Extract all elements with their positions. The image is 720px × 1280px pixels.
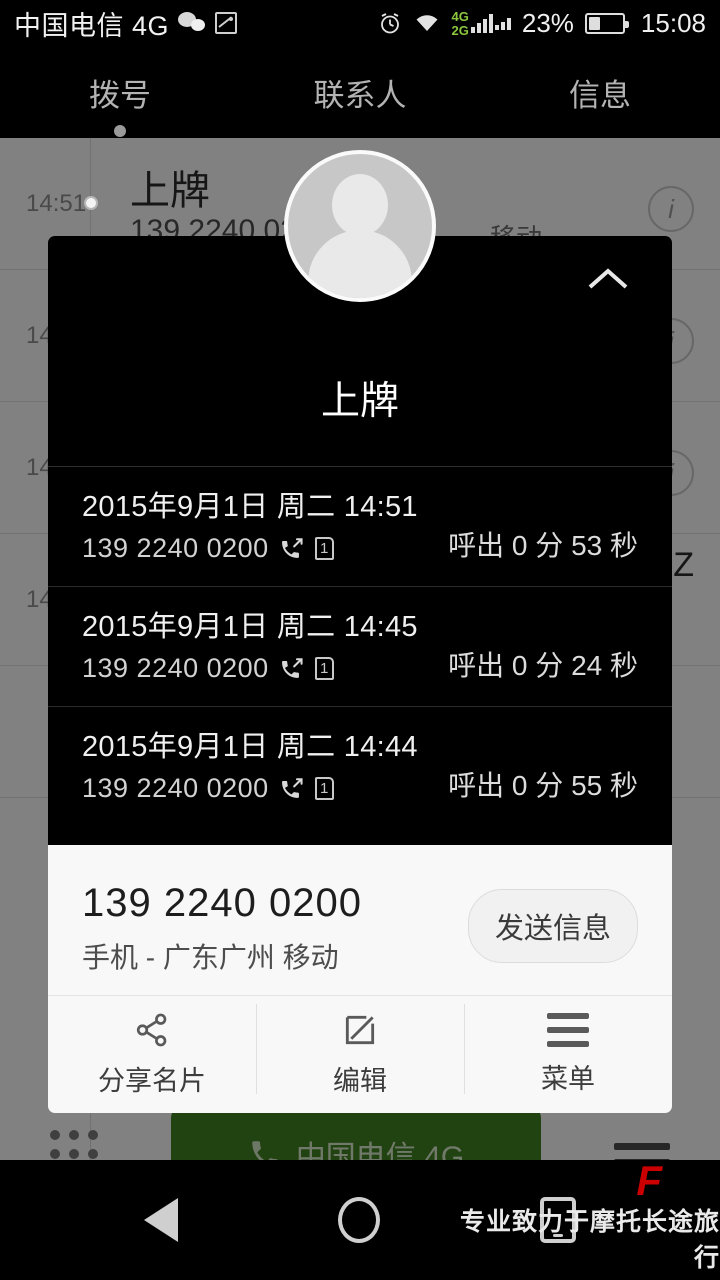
home-circle-icon[interactable] [338, 1197, 380, 1243]
watermark-text: 专业致力于摩托长途旅行 [459, 1208, 720, 1272]
menu-label: 菜单 [541, 1064, 595, 1094]
battery-percent-label: 23% [521, 7, 574, 38]
phone-screen: 中国电信 4G 4G 2G 23% 15:08 拨号 联系人 信息 14:51 … [0, 0, 720, 1280]
alarm-icon [378, 11, 402, 35]
outgoing-call-icon [279, 776, 305, 802]
tab-contacts[interactable]: 联系人 [240, 70, 480, 115]
phone-number-block[interactable]: 139 2240 0200 手机 - 广东广州 移动 发送信息 [48, 845, 672, 995]
call-date: 2015年9月1日 周二 14:51 [82, 491, 418, 523]
sim-slot-icon: 1 [314, 657, 334, 680]
share-icon [132, 1011, 172, 1049]
tab-dialer-label: 拨号 [89, 77, 151, 113]
watermark-logo: F [636, 1157, 662, 1204]
send-message-button[interactable]: 发送信息 [467, 889, 638, 963]
tab-contacts-label: 联系人 [313, 77, 407, 113]
row-marker [84, 196, 98, 210]
dialog-dark-panel: 上牌 2015年9月1日 周二 14:51 139 2240 0200 1 呼出… [48, 236, 672, 845]
avatar-placeholder-icon [332, 174, 388, 236]
menu-button[interactable]: 菜单 [464, 996, 672, 1113]
wifi-icon [413, 12, 441, 34]
call-number: 139 2240 0200 [82, 653, 269, 683]
signal-icon: 4G 2G [452, 10, 511, 37]
edit-icon [341, 1011, 379, 1049]
dialog-action-bar: 分享名片 编辑 菜单 [48, 995, 672, 1113]
signal-primary-label: 4G [451, 8, 469, 24]
tab-bar: 拨号 联系人 信息 [0, 46, 720, 138]
share-contact-label: 分享名片 [98, 1066, 206, 1096]
dialog-contact-name: 上牌 [320, 380, 399, 423]
call-duration: 呼出 0 分 24 秒 [448, 650, 638, 681]
chevron-up-icon[interactable] [586, 266, 630, 292]
sim-slot-icon: 1 [314, 777, 334, 800]
call-date: 2015年9月1日 周二 14:44 [82, 731, 418, 763]
share-contact-button[interactable]: 分享名片 [48, 996, 256, 1113]
clock-label: 15:08 [640, 7, 706, 38]
tab-messages[interactable]: 信息 [480, 70, 720, 115]
outgoing-call-icon [279, 536, 305, 562]
status-bar-right: 4G 2G 23% 15:08 [378, 8, 706, 39]
call-duration: 呼出 0 分 53 秒 [448, 530, 638, 561]
status-bar-left: 中国电信 4G [14, 4, 378, 43]
call-number: 139 2240 0200 [82, 533, 269, 563]
sim-slot-icon: 1 [314, 537, 334, 560]
outgoing-call-icon [279, 656, 305, 682]
tab-dialer[interactable]: 拨号 [0, 70, 240, 137]
call-history-list: 2015年9月1日 周二 14:51 139 2240 0200 1 呼出 0 … [48, 466, 672, 826]
watermark: F 专业致力于摩托长途旅行 [456, 1160, 720, 1274]
edit-contact-label: 编辑 [333, 1066, 387, 1096]
tab-messages-label: 信息 [569, 77, 631, 113]
contact-detail-dialog: 上牌 2015年9月1日 周二 14:51 139 2240 0200 1 呼出… [48, 150, 672, 1113]
dialog-number-panel: 139 2240 0200 手机 - 广东广州 移动 发送信息 分享名片 编辑 … [48, 845, 672, 1113]
call-history-row[interactable]: 2015年9月1日 周二 14:44 139 2240 0200 1 呼出 0 … [48, 706, 672, 826]
signal-secondary-label: 2G [451, 22, 469, 38]
avatar[interactable] [284, 150, 436, 302]
carrier-label: 中国电信 4G [14, 10, 170, 41]
image-icon [215, 12, 238, 34]
call-history-row[interactable]: 2015年9月1日 周二 14:45 139 2240 0200 1 呼出 0 … [48, 586, 672, 706]
status-bar: 中国电信 4G 4G 2G 23% 15:08 [0, 0, 720, 46]
call-history-row[interactable]: 2015年9月1日 周二 14:51 139 2240 0200 1 呼出 0 … [48, 466, 672, 586]
wechat-icon [178, 12, 206, 34]
call-duration: 呼出 0 分 55 秒 [448, 770, 638, 801]
call-number: 139 2240 0200 [82, 773, 269, 803]
call-date: 2015年9月1日 周二 14:45 [82, 611, 418, 643]
battery-icon [584, 12, 629, 34]
edit-contact-button[interactable]: 编辑 [256, 996, 464, 1113]
menu-icon [547, 1013, 589, 1047]
tab-dialer-indicator [114, 124, 126, 137]
back-triangle-icon[interactable] [144, 1198, 178, 1242]
